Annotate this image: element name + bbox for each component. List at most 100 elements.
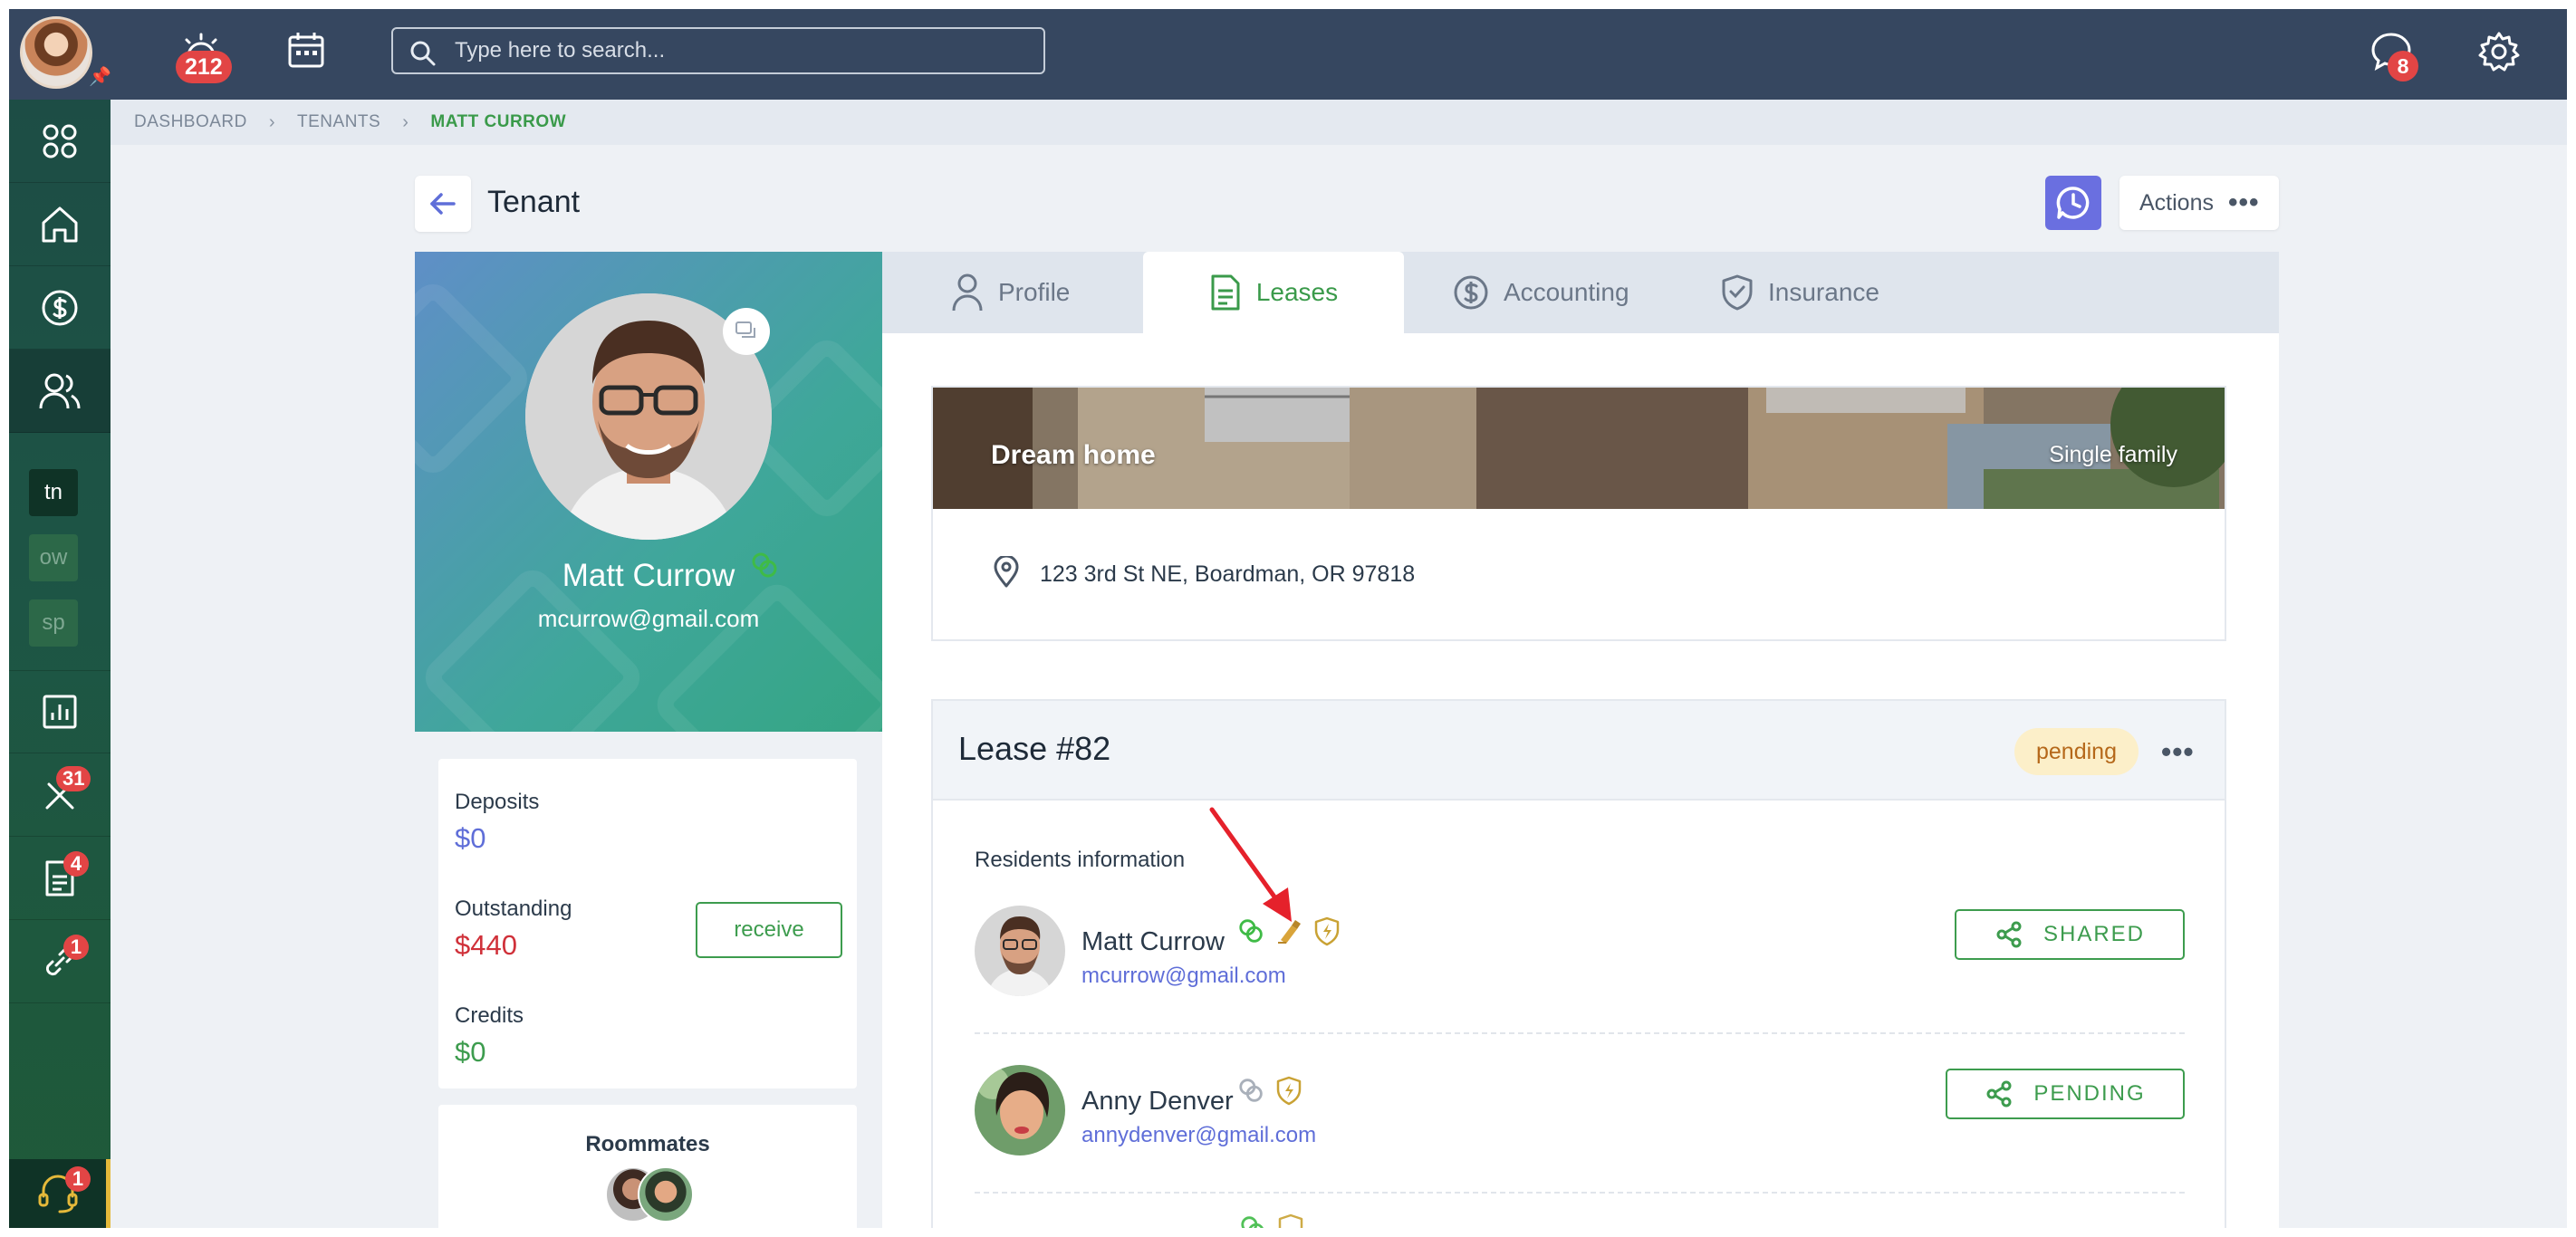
tenant-email[interactable]: mcurrow@gmail.com <box>415 605 882 633</box>
resident-row: Anny Denver annydenver@gmail.com PENDING <box>975 1050 2185 1177</box>
chevron-right-icon: › <box>402 111 409 132</box>
shared-button-label: SHARED <box>2043 922 2146 946</box>
arrow-left-icon <box>430 193 456 215</box>
history-button[interactable] <box>2045 176 2101 230</box>
sidebar-item-apps[interactable] <box>9 100 111 183</box>
share-icon <box>1986 1080 2012 1108</box>
document-icon <box>1211 274 1240 311</box>
resident-email[interactable]: annydenver@gmail.com <box>1081 1123 1316 1148</box>
deposits-value: $0 <box>455 822 486 854</box>
app-window: 📌 212 Type here to search... 8 tn ow sp … <box>9 9 2567 1228</box>
share-icon <box>1996 921 2022 948</box>
insurance-shield-icon <box>1314 916 1340 946</box>
credits-value: $0 <box>455 1036 486 1068</box>
outstanding-value: $440 <box>455 929 517 961</box>
actions-label: Actions <box>2139 189 2214 216</box>
actions-button[interactable]: Actions ••• <box>2119 176 2279 230</box>
search-input[interactable] <box>455 34 1025 67</box>
roommates-card: Roommates <box>438 1105 857 1228</box>
sidebar-item-home[interactable] <box>9 183 111 266</box>
messages-badge: 8 <box>2388 51 2418 82</box>
tab-profile[interactable]: Profile <box>951 252 1070 333</box>
lease-more-menu[interactable]: ••• <box>2161 728 2195 775</box>
breadcrumb-tenants[interactable]: TENANTS <box>297 112 380 132</box>
resident-avatar[interactable] <box>975 906 1065 996</box>
dollar-circle-icon <box>42 290 78 325</box>
maintenance-badge: 31 <box>56 766 91 791</box>
sidebar-item-people[interactable] <box>9 350 111 433</box>
workspace-sp[interactable]: sp <box>29 599 78 647</box>
tab-accounting[interactable]: Accounting <box>1453 252 1629 333</box>
location-pin-icon <box>994 556 1019 588</box>
search-icon <box>410 41 436 66</box>
divider <box>975 1032 2185 1034</box>
resident-row-partial <box>1239 1213 1304 1228</box>
decor-diamond <box>649 576 882 732</box>
tab-leases[interactable]: Leases <box>1143 252 1404 333</box>
shared-button[interactable]: SHARED <box>1955 909 2185 960</box>
tenant-name: Matt Currow <box>562 558 735 593</box>
workspace-tn[interactable]: tn <box>29 469 78 516</box>
credits-label: Credits <box>455 1003 524 1028</box>
sidebar: tn ow sp 31 4 1 1 <box>9 100 111 1228</box>
resident-row: Matt Currow mcurrow@gmail.com SHARED <box>975 891 2185 1018</box>
sidebar-item-maintenance[interactable]: 31 <box>9 753 111 837</box>
links-badge: 1 <box>63 935 89 960</box>
calendar-icon[interactable] <box>284 29 332 76</box>
tab-insurance-label: Insurance <box>1768 278 1879 306</box>
pending-button[interactable]: PENDING <box>1946 1069 2185 1119</box>
deposits-label: Deposits <box>455 790 540 814</box>
resident-email[interactable]: mcurrow@gmail.com <box>1081 964 1286 989</box>
roommate-avatar[interactable] <box>638 1166 694 1223</box>
sidebar-item-support[interactable]: 1 <box>9 1159 111 1228</box>
shield-icon <box>1722 274 1753 311</box>
resident-avatar[interactable] <box>975 1065 1065 1155</box>
residents-title: Residents information <box>975 848 1186 872</box>
sidebar-item-reports[interactable] <box>9 670 111 753</box>
apps-grid-icon <box>43 124 77 158</box>
property-name: Dream home <box>991 440 1156 470</box>
reports-chart-icon <box>43 695 77 729</box>
page-title: Tenant <box>487 185 581 219</box>
clock-chat-icon <box>2056 187 2090 219</box>
chevron-right-icon: › <box>268 111 276 132</box>
back-button[interactable] <box>415 176 471 232</box>
search-box[interactable] <box>391 27 1045 74</box>
receive-button[interactable]: receive <box>696 902 842 958</box>
tenant-card: Matt Currow mcurrow@gmail.com <box>415 252 882 732</box>
tab-bar: Profile Leases Accounting Insurance <box>882 252 2279 333</box>
chat-bubble-icon[interactable] <box>723 308 770 355</box>
breadcrumb-dashboard[interactable]: DASHBOARD <box>134 112 247 132</box>
pin-icon[interactable]: 📌 <box>89 67 111 87</box>
insurance-shield-icon <box>1276 1076 1302 1106</box>
divider <box>975 1192 2185 1194</box>
property-type: Single family <box>2049 442 2177 467</box>
roommates-title: Roommates <box>585 1132 710 1156</box>
lease-card: Lease #82 pending ••• Residents informat… <box>931 699 2226 1228</box>
sidebar-item-finance[interactable] <box>9 266 111 350</box>
insurance-shield-icon <box>1278 1213 1303 1228</box>
people-icon <box>39 373 81 408</box>
sidebar-item-links[interactable]: 1 <box>9 920 111 1003</box>
resident-name: Anny Denver <box>1081 1087 1234 1116</box>
breadcrumb: DASHBOARD › TENANTS › MATT CURROW <box>111 100 2567 145</box>
main-panel: Profile Leases Accounting Insurance Drea… <box>882 252 2279 1228</box>
workspace-ow[interactable]: ow <box>29 534 78 581</box>
tab-insurance[interactable]: Insurance <box>1721 252 1879 333</box>
top-bar: 📌 212 Type here to search... 8 <box>9 9 2567 100</box>
lease-status-badge: pending <box>2014 728 2139 775</box>
link-status-icon <box>1239 1079 1263 1102</box>
resident-name: Matt Currow <box>1081 927 1225 956</box>
breadcrumb-current: MATT CURROW <box>430 112 567 131</box>
settings-gear-icon[interactable] <box>2478 31 2525 78</box>
dollar-circle-icon <box>1454 275 1488 310</box>
annotation-arrow-icon <box>1209 807 1292 922</box>
sidebar-item-documents[interactable]: 4 <box>9 837 111 920</box>
outstanding-label: Outstanding <box>455 897 572 921</box>
link-status-icon <box>1241 1216 1264 1228</box>
user-avatar[interactable] <box>20 16 92 89</box>
support-badge: 1 <box>65 1166 91 1192</box>
documents-badge: 4 <box>63 851 89 877</box>
property-banner-image: Dream home Single family <box>933 388 2225 509</box>
property-card[interactable]: Dream home Single family 123 3rd St NE, … <box>931 386 2226 641</box>
